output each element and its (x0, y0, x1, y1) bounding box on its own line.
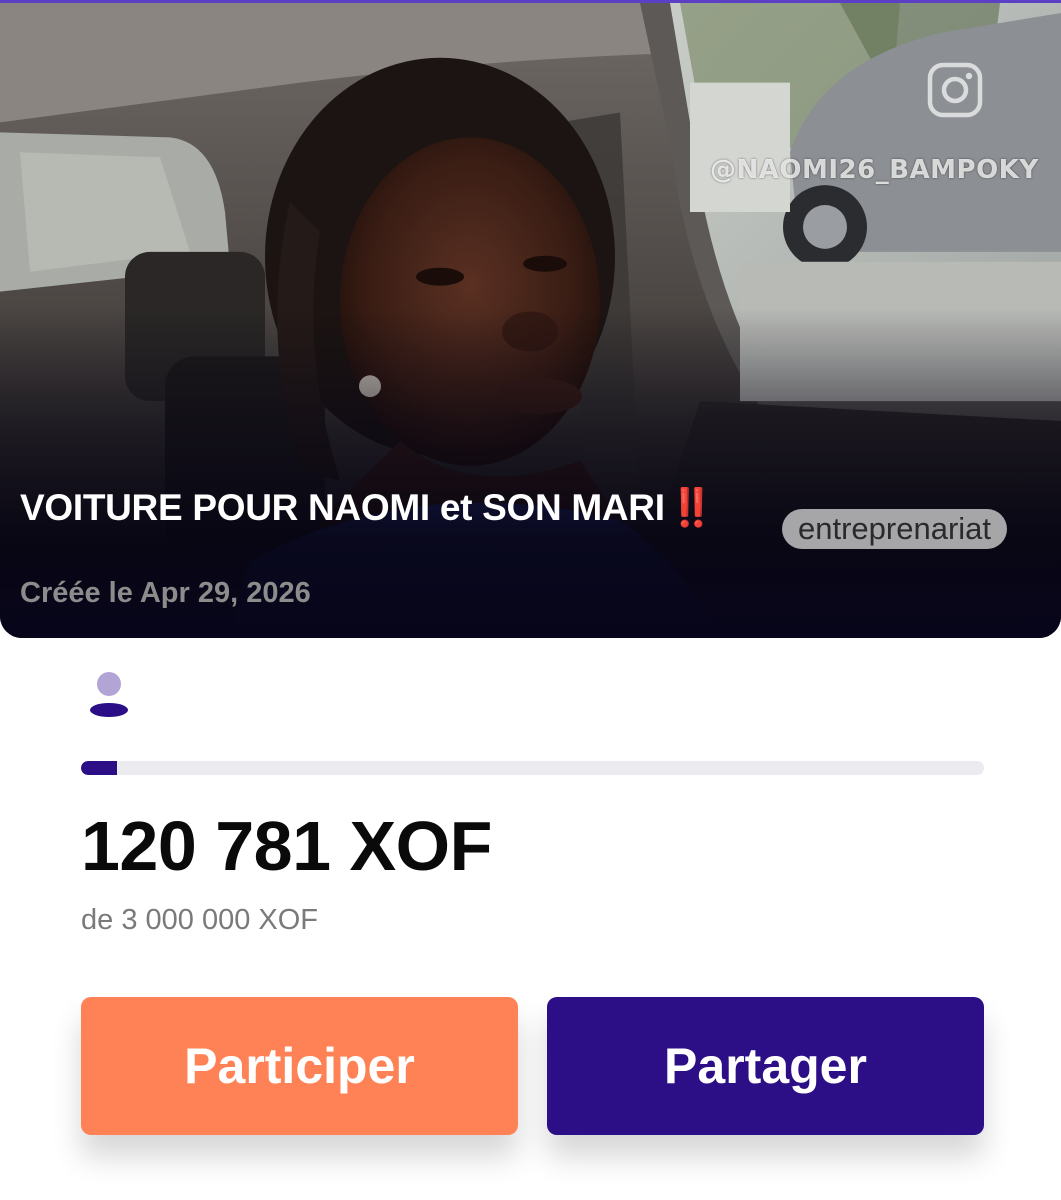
funding-progress-bar (81, 761, 984, 775)
funding-goal: de 3 000 000 XOF (81, 904, 318, 936)
creator-avatar-icon[interactable] (88, 670, 130, 720)
photo-watermark-handle: @NAOMI26_BAMPOKY (710, 155, 1039, 185)
campaign-title-text: VOITURE POUR NAOMI et SON MARI (20, 487, 665, 528)
participate-button[interactable]: Participer (81, 997, 518, 1135)
share-button[interactable]: Partager (547, 997, 984, 1135)
instagram-icon (927, 62, 983, 118)
avatar-head (97, 672, 121, 696)
created-date: Créée le Apr 29, 2026 (20, 577, 311, 609)
category-badge[interactable]: entreprenariat (782, 509, 1008, 549)
campaign-hero-card[interactable]: @NAOMI26_BAMPOKY VOITURE POUR NAOMI et S… (0, 0, 1061, 638)
funding-progress-fill (81, 761, 118, 775)
campaign-title: VOITURE POUR NAOMI et SON MARI ‼️ (20, 487, 715, 530)
campaign-page: @NAOMI26_BAMPOKY VOITURE POUR NAOMI et S… (0, 0, 1061, 1200)
double-exclamation-emoji: ‼️ (668, 487, 715, 528)
avatar-body (90, 703, 128, 717)
amount-raised: 120 781 XOF (81, 807, 492, 885)
